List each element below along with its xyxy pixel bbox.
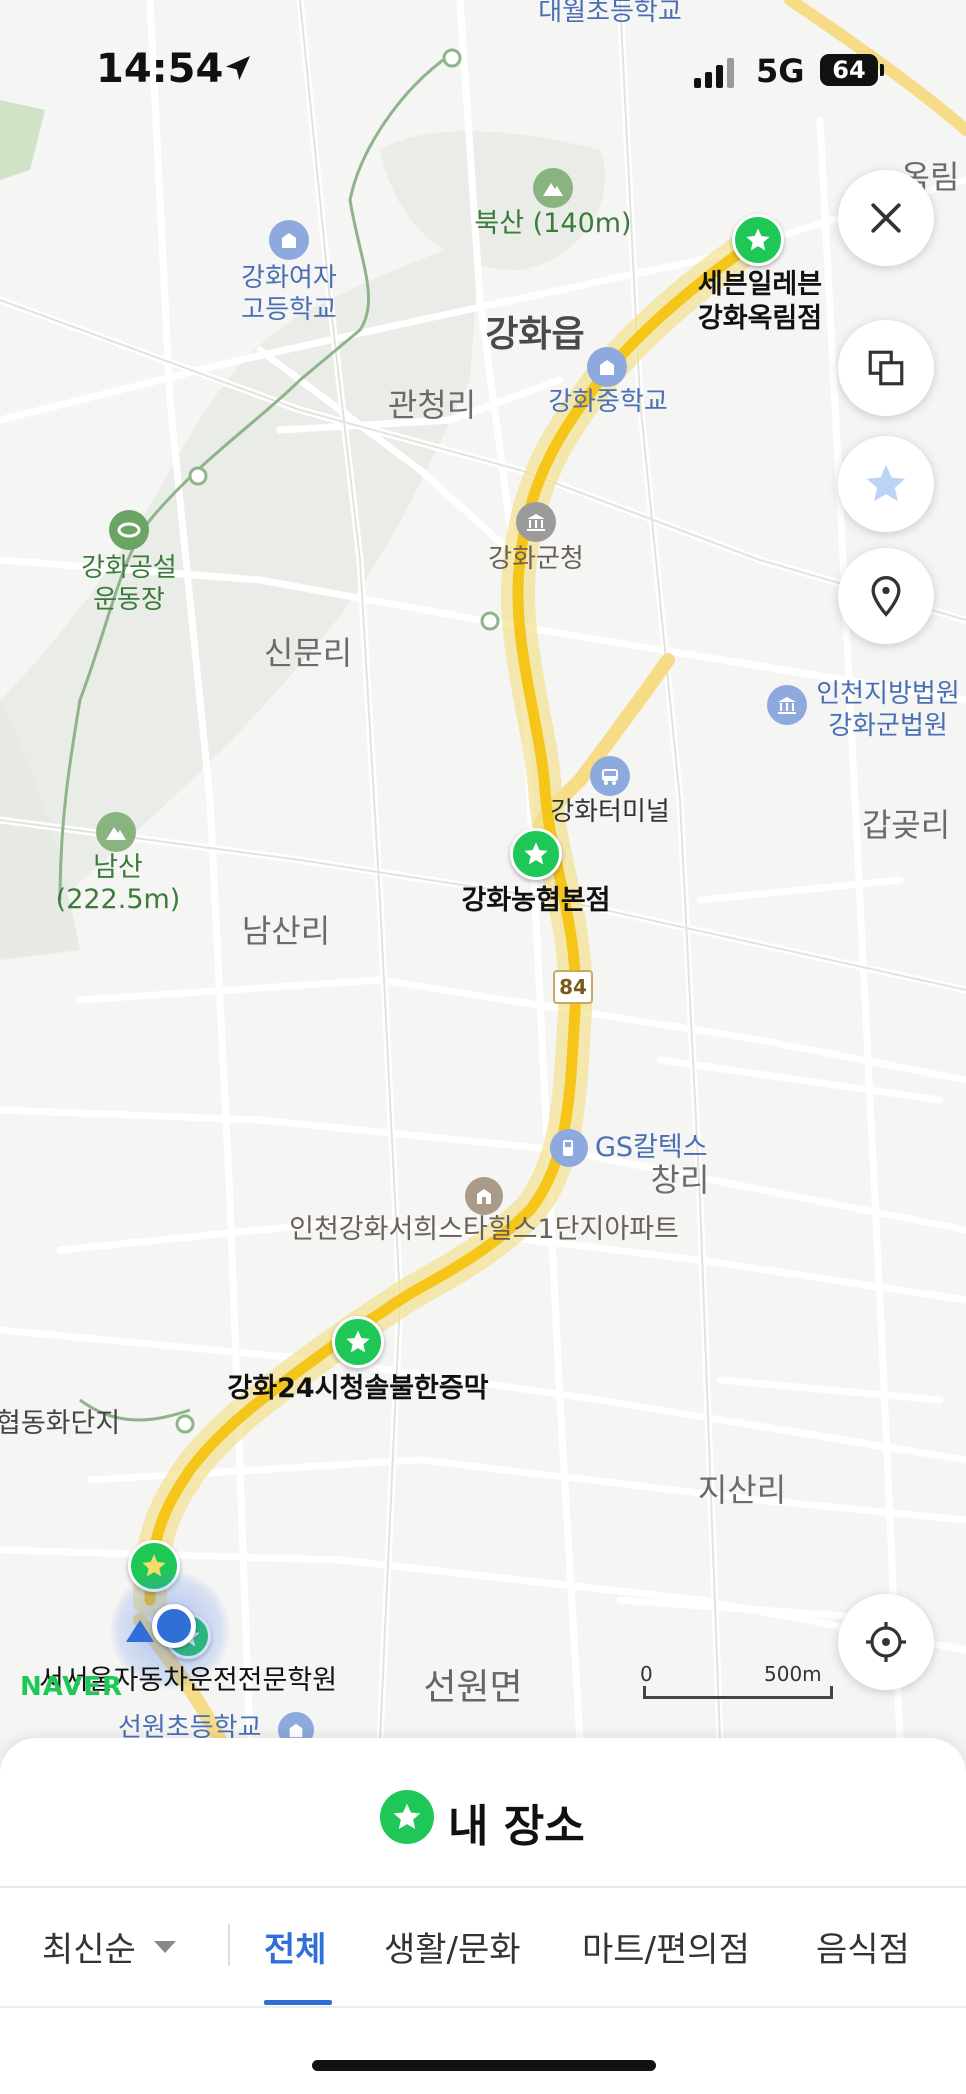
saved-place-pin-jeungmak[interactable]	[332, 1316, 384, 1368]
battery-indicator: 64	[820, 54, 878, 86]
current-location-dot	[152, 1604, 196, 1648]
road-number-sign: 84	[553, 970, 593, 1004]
poi-hyeopdong[interactable]: 협동화단지	[0, 1408, 120, 1440]
active-tab-indicator	[264, 2000, 332, 2005]
mountain-icon	[533, 168, 573, 208]
star-icon	[746, 228, 770, 251]
poi-ganghwa-middle-school[interactable]: 강화중학교	[548, 386, 668, 418]
crosshair-icon	[866, 1622, 906, 1662]
gas-station-icon	[550, 1129, 588, 1167]
poi-daewol-school[interactable]: 대월초등학교	[538, 0, 682, 28]
naver-logo: NAVER	[20, 1672, 124, 1702]
map-pin-icon	[871, 576, 901, 617]
status-time: 14:54	[96, 46, 224, 92]
saved-place-pin-nonghyup[interactable]	[510, 828, 562, 880]
area-label-seonwon-myeon: 선원면	[423, 1667, 523, 1708]
sort-label: 최신순	[42, 1930, 136, 1970]
tab-life-culture[interactable]: 생활/문화	[384, 1922, 521, 1971]
court-icon	[767, 685, 807, 725]
mountain-icon	[96, 812, 136, 852]
area-label-gwancheong-ri: 관청리	[387, 386, 477, 424]
star-icon	[524, 842, 548, 865]
poi-girls-high-school[interactable]: 강화여자 고등학교	[241, 262, 337, 326]
current-location-button[interactable]	[838, 1594, 934, 1690]
area-label-ganghwa-eup: 강화읍	[485, 314, 585, 355]
close-icon	[871, 203, 901, 233]
home-indicator	[312, 2060, 656, 2071]
divider	[0, 1886, 966, 1888]
sort-dropdown[interactable]: 최신순	[42, 1922, 178, 1971]
location-pin-button[interactable]	[838, 548, 934, 644]
chevron-down-icon	[153, 1940, 176, 1953]
area-label-gapgot-ri: 갑곶리	[861, 806, 951, 844]
poi-apartment[interactable]: 인천강화서희스타힐스1단지아파트	[289, 1214, 679, 1246]
divider	[0, 2006, 966, 2008]
poi-stadium[interactable]: 강화공설 운동장	[81, 552, 177, 616]
area-label-sinmun-ri: 신문리	[263, 634, 353, 672]
bus-icon	[590, 756, 630, 796]
tab-mart-convenience[interactable]: 마트/편의점	[582, 1922, 750, 1971]
layers-icon	[868, 350, 904, 386]
close-button[interactable]	[838, 170, 934, 266]
poi-gs-caltex[interactable]: GS칼텍스	[595, 1132, 708, 1164]
favorites-button[interactable]	[838, 436, 934, 532]
saved-place-pin-seven-eleven[interactable]	[732, 214, 784, 266]
poi-gunchung[interactable]: 강화군청	[488, 543, 584, 575]
star-icon	[866, 464, 906, 502]
heading-arrow-icon	[126, 1620, 154, 1642]
scale-distance: 500m	[764, 1662, 822, 1686]
saved-place-label-seven-eleven[interactable]: 세븐일레븐 강화옥림점	[698, 268, 822, 336]
scale-zero: 0	[640, 1662, 653, 1686]
poi-court[interactable]: 인천지방법원 강화군법원	[816, 678, 960, 742]
tab-all[interactable]: 전체	[264, 1922, 327, 1971]
saved-place-label-nonghyup[interactable]: 강화농협본점	[461, 884, 610, 918]
government-icon	[516, 502, 556, 542]
tab-restaurant[interactable]: 음식점	[816, 1922, 910, 1971]
saved-place-label-jeungmak[interactable]: 강화24시청솔불한증막	[227, 1372, 488, 1406]
poi-terminal[interactable]: 강화터미널	[550, 796, 670, 828]
tab-divider	[228, 1924, 230, 1966]
apartment-icon	[465, 1177, 503, 1215]
star-icon	[346, 1330, 370, 1353]
signal-icon	[694, 58, 738, 88]
location-arrow-icon	[226, 56, 250, 80]
area-label-namsan-ri: 남산리	[241, 912, 331, 950]
scale-bar	[643, 1686, 833, 1699]
sheet-title: 내 장소	[448, 1801, 585, 1852]
network-type: 5G	[756, 52, 805, 90]
map-layers-button[interactable]	[838, 320, 934, 416]
my-places-star-icon	[380, 1790, 434, 1844]
school-icon	[269, 220, 309, 260]
poi-namsan[interactable]: 남산 (222.5m)	[56, 852, 181, 916]
school-icon	[587, 347, 627, 387]
poi-buksan[interactable]: 북산 (140m)	[474, 208, 631, 240]
battery-cap	[880, 64, 884, 76]
area-label-jisan-ri: 지산리	[697, 1471, 787, 1509]
stadium-icon	[109, 510, 149, 550]
map-view[interactable]: 강화읍 관청리 신문리 남산리 갑곶리 창리 지산리 선원면 옥림 대월초등학교…	[0, 0, 966, 1748]
